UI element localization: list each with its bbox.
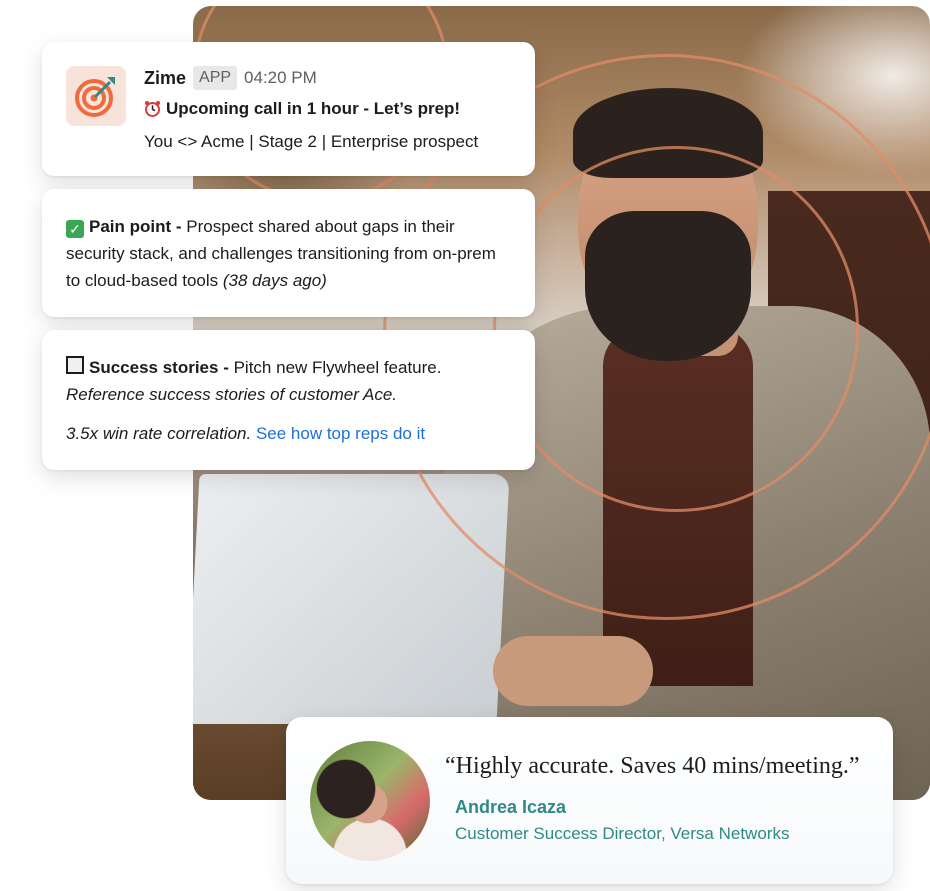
win-rate-line: 3.5x win rate correlation. See how top r… — [66, 420, 511, 447]
alarm-clock-icon — [144, 98, 161, 125]
pain-point-card[interactable]: ✓ Pain point - Prospect shared about gaps… — [42, 189, 535, 317]
testimonial-card: “Highly accurate. Saves 40 mins/meeting.… — [286, 717, 893, 884]
win-rate-stat: 3.5x win rate correlation. — [66, 424, 252, 443]
pain-point-label: Pain point - — [89, 217, 182, 236]
check-mark-icon: ✓ — [66, 220, 84, 238]
decorative-ring — [493, 146, 859, 512]
checkbox-icon — [66, 356, 84, 374]
message-timestamp[interactable]: 04:20 PM — [244, 66, 317, 90]
headline-text: Upcoming call in 1 hour - Let’s prep! — [166, 99, 461, 118]
testimonial-name: Andrea Icaza — [455, 797, 567, 817]
success-stories-line: Success stories - Pitch new Flywheel fea… — [66, 354, 511, 381]
testimonial-quote: “Highly accurate. Saves 40 mins/meeting.… — [445, 753, 860, 779]
testimonial-title: Customer Success Director, Versa Network… — [455, 824, 790, 843]
target-icon — [75, 77, 115, 117]
avatar — [310, 741, 430, 861]
message-headline: Upcoming call in 1 hour - Let’s prep! — [144, 95, 513, 125]
top-reps-link[interactable]: See how top reps do it — [256, 424, 425, 443]
message-header: Zime APP 04:20 PM — [144, 66, 513, 90]
success-stories-text: Pitch new Flywheel feature. — [233, 358, 442, 377]
pain-point-age: (38 days ago) — [222, 271, 327, 290]
success-stories-label: Success stories - — [89, 358, 229, 377]
deal-context: You <> Acme | Stage 2 | Enterprise prosp… — [144, 132, 479, 151]
success-stories-reference: Reference success stories of customer Ac… — [66, 385, 398, 404]
app-logo — [66, 66, 126, 126]
app-badge: APP — [193, 66, 238, 90]
app-name[interactable]: Zime — [144, 66, 186, 90]
notification-card[interactable]: Zime APP 04:20 PM Upcoming call in 1 hou… — [42, 42, 535, 176]
photo-hand — [493, 636, 653, 706]
success-stories-card[interactable]: Success stories - Pitch new Flywheel fea… — [42, 330, 535, 470]
